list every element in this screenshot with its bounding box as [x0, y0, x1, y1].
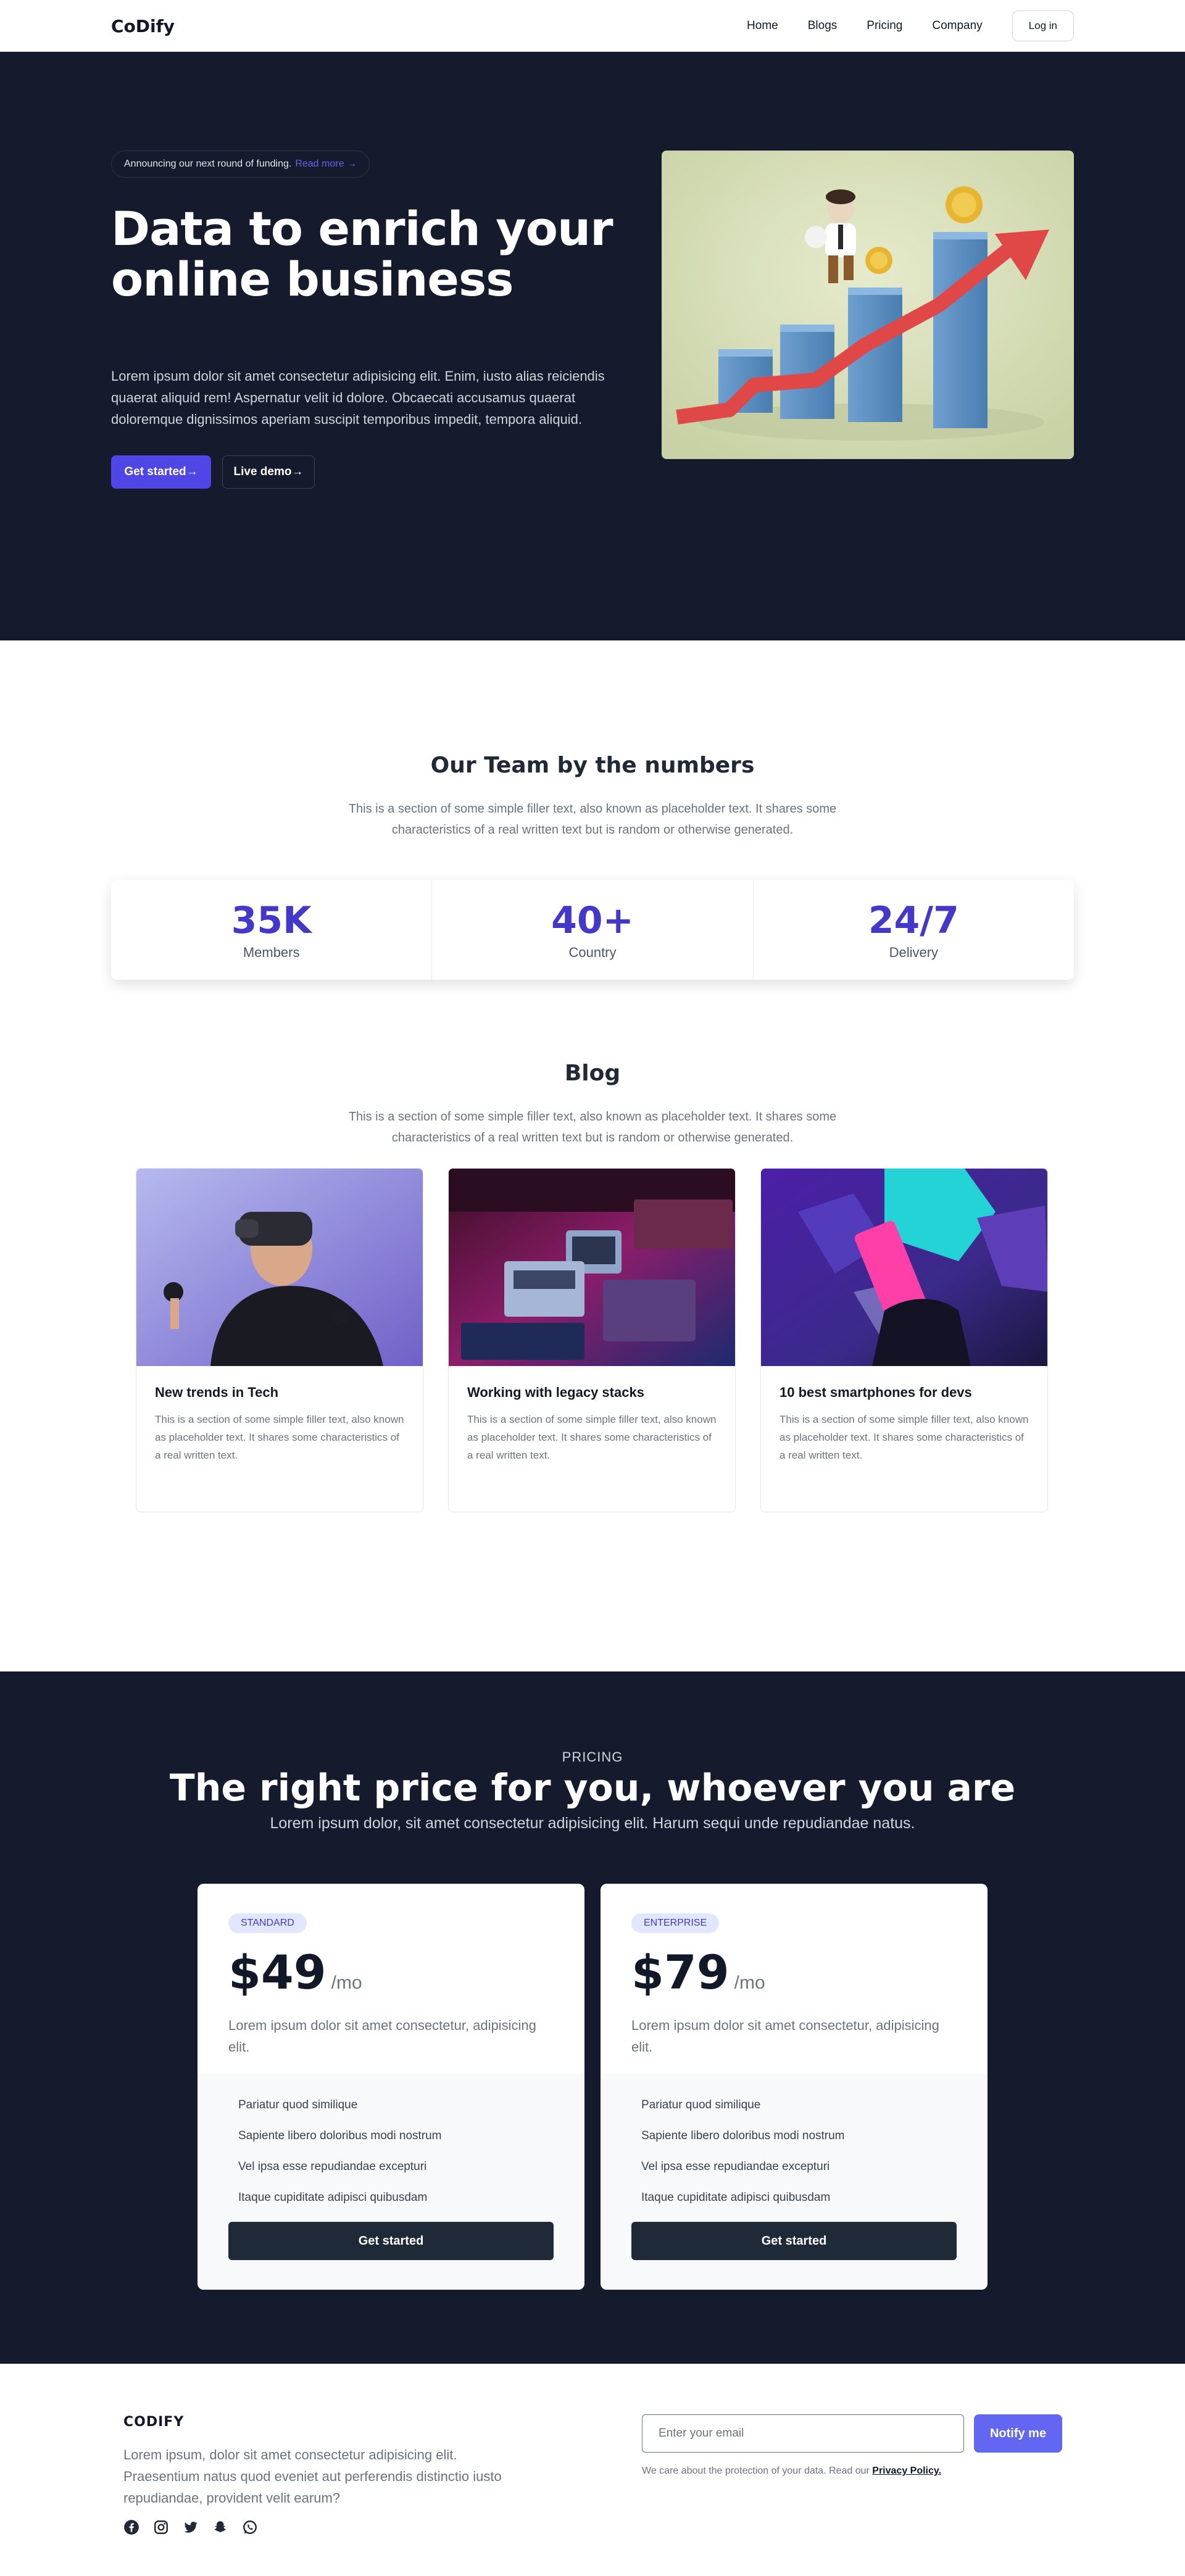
blog-cards: New trends in Tech This is a section of …: [136, 1168, 1049, 1512]
plan-feature: Vel ipsa esse repudiandae excepturi: [238, 2160, 427, 2173]
live-demo-button[interactable]: Live demo→: [222, 455, 315, 489]
facebook-icon[interactable]: [123, 2519, 139, 2535]
whatsapp-icon[interactable]: [242, 2519, 258, 2535]
blog-title: Blog: [564, 1061, 621, 1086]
blog-card-title[interactable]: Working with legacy stacks: [467, 1385, 717, 1401]
blog-card[interactable]: Working with legacy stacks This is a sec…: [448, 1168, 736, 1512]
snapchat-icon[interactable]: [212, 2519, 228, 2535]
plan-get-started-button[interactable]: Get started: [631, 2222, 957, 2260]
stat-label: Delivery: [889, 945, 939, 960]
stats-card: 35K Members 40+ Country 24/7 Delivery: [111, 880, 1074, 980]
nav-link-company[interactable]: Company: [932, 19, 982, 33]
plan-feature: Pariatur quod similique: [238, 2098, 358, 2111]
blog-subtitle: This is a section of some simple filler …: [348, 1110, 837, 1145]
stat-value: 35K: [231, 899, 312, 942]
plan-feature: Sapiente libero doloribus modi nostrum: [238, 2129, 442, 2142]
stat-members: 35K Members: [111, 880, 433, 980]
pricing-section: PRICING The right price for you, whoever…: [0, 1671, 1185, 2364]
get-started-button[interactable]: Get started→: [111, 455, 211, 489]
hero-title: Data to enrich your online business: [111, 201, 613, 307]
plan-feature: Sapiente libero doloribus modi nostrum: [641, 2129, 845, 2142]
stats-section: Our Team by the numbers This is a sectio…: [0, 640, 1185, 1054]
blog-card-text: This is a section of some simple filler …: [467, 1414, 717, 1461]
plan-feature: Pariatur quod similique: [641, 2098, 761, 2111]
pricing-subtitle: Lorem ipsum dolor, sit amet consectetur …: [270, 1815, 915, 1832]
twitter-icon[interactable]: [183, 2519, 199, 2535]
stat-country: 40+ Country: [432, 880, 754, 980]
hero-description: Lorem ipsum dolor sit amet consectetur a…: [111, 368, 605, 427]
plan-badge: ENTERPRISE: [631, 1913, 720, 1933]
stats-title: Our Team by the numbers: [430, 753, 755, 778]
plan-feature: Itaque cupiditate adipisci quibusdam: [238, 2191, 428, 2204]
nav-links: Home Blogs Pricing Company Log in: [747, 10, 1074, 41]
stats-subtitle: This is a section of some simple filler …: [348, 802, 837, 837]
plan-description: Lorem ipsum dolor sit amet consectetur, …: [228, 2018, 536, 2055]
nav-link-pricing[interactable]: Pricing: [867, 19, 902, 33]
blog-card[interactable]: 10 best smartphones for devs This is a s…: [760, 1168, 1048, 1512]
blog-card-title[interactable]: 10 best smartphones for devs: [780, 1385, 1029, 1401]
privacy-text: We care about the protection of your dat…: [642, 2466, 870, 2476]
nav-link-blogs[interactable]: Blogs: [808, 19, 838, 33]
announcement-text: Announcing our next round of funding.: [124, 159, 292, 169]
plan-feature: Itaque cupiditate adipisci quibusdam: [641, 2191, 831, 2204]
plan-description: Lorem ipsum dolor sit amet consectetur, …: [631, 2018, 939, 2055]
plan-price: $79: [631, 1945, 730, 2000]
blog-card-text: This is a section of some simple filler …: [155, 1414, 404, 1461]
plan-period: /mo: [331, 1973, 362, 1993]
stat-value: 40+: [551, 899, 634, 942]
blog-card-text: This is a section of some simple filler …: [780, 1414, 1029, 1461]
privacy-notice: We care about the protection of your dat…: [642, 2466, 941, 2477]
blog-image-smartphone: [761, 1169, 1047, 1366]
stat-value: 24/7: [868, 899, 959, 942]
pricing-label: PRICING: [562, 1749, 623, 1765]
stat-label: Country: [568, 945, 617, 960]
pricing-plans: STANDARD $49 /mo Lorem ipsum dolor sit a…: [198, 1884, 988, 2290]
plan-period: /mo: [734, 1973, 765, 1993]
plan-badge: STANDARD: [228, 1913, 307, 1933]
plan-feature: Vel ipsa esse repudiandae excepturi: [641, 2160, 830, 2173]
blog-section: Blog This is a section of some simple fi…: [0, 1054, 1185, 1671]
plan-card-enterprise: ENTERPRISE $79 /mo Lorem ipsum dolor sit…: [601, 1884, 988, 2290]
pricing-title: The right price for you, whoever you are: [169, 1766, 1016, 1810]
privacy-policy-link[interactable]: Privacy Policy.: [872, 2466, 941, 2476]
plan-card-standard: STANDARD $49 /mo Lorem ipsum dolor sit a…: [198, 1884, 584, 2290]
nav-link-home[interactable]: Home: [747, 19, 778, 33]
read-more-link[interactable]: Read more →: [295, 159, 357, 170]
email-input[interactable]: [642, 2414, 964, 2453]
footer: CODIFY Lorem ipsum, dolor sit amet conse…: [0, 2364, 1185, 2576]
social-links: [123, 2519, 258, 2535]
instagram-icon[interactable]: [153, 2519, 169, 2535]
plan-price: $49: [228, 1945, 326, 2000]
hero-section: Announcing our next round of funding. Re…: [0, 52, 1185, 640]
notify-button[interactable]: Notify me: [974, 2414, 1062, 2453]
stat-label: Members: [243, 945, 300, 960]
hero-illustration: [662, 151, 1074, 459]
login-button[interactable]: Log in: [1012, 10, 1074, 41]
logo[interactable]: CoDify: [111, 16, 175, 36]
stat-delivery: 24/7 Delivery: [754, 880, 1074, 980]
top-nav: CoDify Home Blogs Pricing Company Log in: [0, 0, 1185, 52]
footer-text: Lorem ipsum, dolor sit amet consectetur …: [123, 2447, 502, 2506]
announcement-pill: Announcing our next round of funding. Re…: [111, 151, 370, 178]
plan-get-started-button[interactable]: Get started: [228, 2222, 554, 2260]
blog-image-vr: [136, 1169, 423, 1366]
blog-card[interactable]: New trends in Tech This is a section of …: [136, 1168, 423, 1512]
blog-image-legacy: [449, 1169, 735, 1366]
blog-card-title[interactable]: New trends in Tech: [155, 1385, 404, 1401]
footer-brand: CODIFY: [123, 2414, 185, 2430]
